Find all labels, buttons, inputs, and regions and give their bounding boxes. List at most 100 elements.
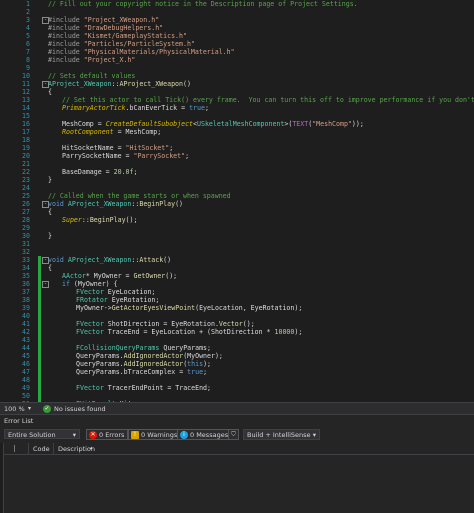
- code-line[interactable]: 29: [0, 224, 474, 232]
- code-text[interactable]: FVector EyeLocation;: [76, 288, 155, 296]
- zoom-level[interactable]: 100 %: [4, 405, 25, 413]
- code-line[interactable]: 8 #include "Project_X.h": [0, 56, 474, 64]
- code-line[interactable]: 48: [0, 376, 474, 384]
- code-text[interactable]: #include "Kismet/GameplayStatics.h": [48, 32, 187, 40]
- code-line[interactable]: 33- void AProject_XWeapon::Attack(): [0, 256, 474, 264]
- code-line[interactable]: 31: [0, 240, 474, 248]
- code-text[interactable]: // Set this actor to call Tick() every f…: [62, 96, 474, 104]
- build-source-dropdown[interactable]: Build + IntelliSense ▾: [243, 429, 320, 440]
- code-text[interactable]: FRotator EyeRotation;: [76, 296, 159, 304]
- code-text[interactable]: #include "Project_X.h": [48, 56, 135, 64]
- code-line[interactable]: 10 // Sets default values: [0, 72, 474, 80]
- code-line[interactable]: 20 ParrySocketName = "ParrySocket";: [0, 152, 474, 160]
- code-text[interactable]: }: [48, 176, 52, 184]
- code-text[interactable]: AProject_XWeapon::AProject_XWeapon(): [48, 80, 191, 88]
- filter-icon[interactable]: ⛉: [228, 429, 239, 440]
- code-text[interactable]: PrimaryActorTick.bCanEverTick = true;: [62, 104, 209, 112]
- code-line[interactable]: 6 #include "Particles/ParticleSystem.h": [0, 40, 474, 48]
- code-text[interactable]: Super::BeginPlay();: [62, 216, 137, 224]
- code-line[interactable]: 26- void AProject_XWeapon::BeginPlay(): [0, 200, 474, 208]
- code-line[interactable]: 21: [0, 160, 474, 168]
- code-line[interactable]: 14 PrimaryActorTick.bCanEverTick = true;: [0, 104, 474, 112]
- errors-filter-button[interactable]: ✕ 0 Errors: [86, 429, 129, 440]
- code-line[interactable]: 24: [0, 184, 474, 192]
- code-text[interactable]: MyOwner->GetActorEyesViewPoint(EyeLocati…: [76, 304, 302, 312]
- code-text[interactable]: {: [48, 88, 52, 96]
- code-text[interactable]: BaseDamage = 20.0f;: [62, 168, 137, 176]
- code-text[interactable]: void AProject_XWeapon::BeginPlay(): [48, 200, 183, 208]
- code-text[interactable]: {: [48, 208, 52, 216]
- code-text[interactable]: RootComponent = MeshComp;: [62, 128, 161, 136]
- code-text[interactable]: QueryParams.bTraceComplex = true;: [76, 368, 207, 376]
- code-line[interactable]: 1 // Fill out your copyright notice in th…: [0, 0, 474, 8]
- code-line[interactable]: 17 RootComponent = MeshComp;: [0, 128, 474, 136]
- code-line[interactable]: 15: [0, 112, 474, 120]
- code-text[interactable]: #include "PhysicalMaterials/PhysicalMate…: [48, 48, 235, 56]
- code-line[interactable]: 13 // Set this actor to call Tick() every…: [0, 96, 474, 104]
- code-line[interactable]: 42 FVector TraceEnd = EyeLocation + (Shot…: [0, 328, 474, 336]
- code-line[interactable]: 2: [0, 8, 474, 16]
- code-line[interactable]: 22 BaseDamage = 20.0f;: [0, 168, 474, 176]
- code-line[interactable]: 5 #include "Kismet/GameplayStatics.h": [0, 32, 474, 40]
- code-text[interactable]: FVector ShotDirection = EyeRotation.Vect…: [76, 320, 255, 328]
- code-text[interactable]: #include "DrawDebugHelpers.h": [48, 24, 163, 32]
- code-text[interactable]: }: [48, 232, 52, 240]
- code-text[interactable]: AActor* MyOwner = GetOwner();: [62, 272, 177, 280]
- code-line[interactable]: 25 // Called when the game starts or when…: [0, 192, 474, 200]
- code-line[interactable]: 41 FVector ShotDirection = EyeRotation.Ve…: [0, 320, 474, 328]
- code-line[interactable]: 49 FVector TracerEndPoint = TraceEnd;: [0, 384, 474, 392]
- code-text[interactable]: // Called when the game starts or when s…: [48, 192, 231, 200]
- code-line[interactable]: 7 #include "PhysicalMaterials/PhysicalMat…: [0, 48, 474, 56]
- code-editor[interactable]: 1 // Fill out your copyright notice in th…: [0, 0, 474, 402]
- code-text[interactable]: // Fill out your copyright notice in the…: [48, 0, 358, 8]
- code-line[interactable]: 27 {: [0, 208, 474, 216]
- code-text[interactable]: ParrySocketName = "ParrySocket";: [62, 152, 189, 160]
- code-line[interactable]: 12 {: [0, 88, 474, 96]
- code-line[interactable]: 23}: [0, 176, 474, 184]
- code-line[interactable]: 36 - if (MyOwner) {: [0, 280, 474, 288]
- code-line[interactable]: 35 AActor* MyOwner = GetOwner();: [0, 272, 474, 280]
- code-text[interactable]: FCollisionQueryParams QueryParams;: [76, 344, 211, 352]
- code-line[interactable]: 47 QueryParams.bTraceComplex = true;: [0, 368, 474, 376]
- code-line[interactable]: 39 MyOwner->GetActorEyesViewPoint(EyeLoca…: [0, 304, 474, 312]
- code-line[interactable]: 46 QueryParams.AddIgnoredActor(this);: [0, 360, 474, 368]
- scope-dropdown[interactable]: Entire Solution ▾: [4, 429, 80, 439]
- code-line[interactable]: 28 Super::BeginPlay();: [0, 216, 474, 224]
- code-text[interactable]: {: [48, 264, 52, 272]
- warnings-filter-button[interactable]: ! 0 Warnings: [128, 429, 182, 440]
- chevron-down-icon[interactable]: ▾: [28, 405, 31, 412]
- code-line[interactable]: 34 {: [0, 264, 474, 272]
- code-line[interactable]: 30}: [0, 232, 474, 240]
- code-text[interactable]: // Sets default values: [48, 72, 135, 80]
- column-divider[interactable]: [53, 443, 54, 454]
- code-text[interactable]: HitSocketName = "HitSocket";: [62, 144, 173, 152]
- code-line[interactable]: 40: [0, 312, 474, 320]
- code-text[interactable]: void AProject_XWeapon::Attack(): [48, 256, 171, 264]
- code-line[interactable]: 18: [0, 136, 474, 144]
- code-line[interactable]: 45 QueryParams.AddIgnoredActor(MyOwner);: [0, 352, 474, 360]
- code-line[interactable]: 16 MeshComp = CreateDefaultSubobject<USke…: [0, 120, 474, 128]
- code-text[interactable]: FVector TraceEnd = EyeLocation + (ShotDi…: [76, 328, 302, 336]
- sort-arrow-icon[interactable]: ▴: [90, 445, 93, 451]
- code-text[interactable]: QueryParams.AddIgnoredActor(this);: [76, 360, 211, 368]
- code-text[interactable]: #include "Particles/ParticleSystem.h": [48, 40, 195, 48]
- code-line[interactable]: 37 FVector EyeLocation;: [0, 288, 474, 296]
- code-line[interactable]: 19 HitSocketName = "HitSocket";: [0, 144, 474, 152]
- code-line[interactable]: 38 FRotator EyeRotation;: [0, 296, 474, 304]
- code-line[interactable]: 4 #include "DrawDebugHelpers.h": [0, 24, 474, 32]
- code-line[interactable]: 50: [0, 392, 474, 400]
- code-line[interactable]: 44 FCollisionQueryParams QueryParams;: [0, 344, 474, 352]
- code-line[interactable]: 11- AProject_XWeapon::AProject_XWeapon(): [0, 80, 474, 88]
- code-text[interactable]: MeshComp = CreateDefaultSubobject<USkele…: [62, 120, 364, 128]
- issues-status[interactable]: No issues found: [54, 405, 106, 413]
- messages-filter-button[interactable]: i 0 Messages: [177, 429, 233, 440]
- code-text[interactable]: if (MyOwner) {: [62, 280, 118, 288]
- code-text[interactable]: #include "Project_XWeapon.h": [48, 16, 159, 24]
- code-line[interactable]: 9: [0, 64, 474, 72]
- column-code[interactable]: Code: [33, 445, 50, 453]
- collapse-icon[interactable]: -: [42, 281, 49, 288]
- code-line[interactable]: 32: [0, 248, 474, 256]
- column-divider[interactable]: [28, 443, 29, 454]
- code-line[interactable]: 3- #include "Project_XWeapon.h": [0, 16, 474, 24]
- code-text[interactable]: QueryParams.AddIgnoredActor(MyOwner);: [76, 352, 223, 360]
